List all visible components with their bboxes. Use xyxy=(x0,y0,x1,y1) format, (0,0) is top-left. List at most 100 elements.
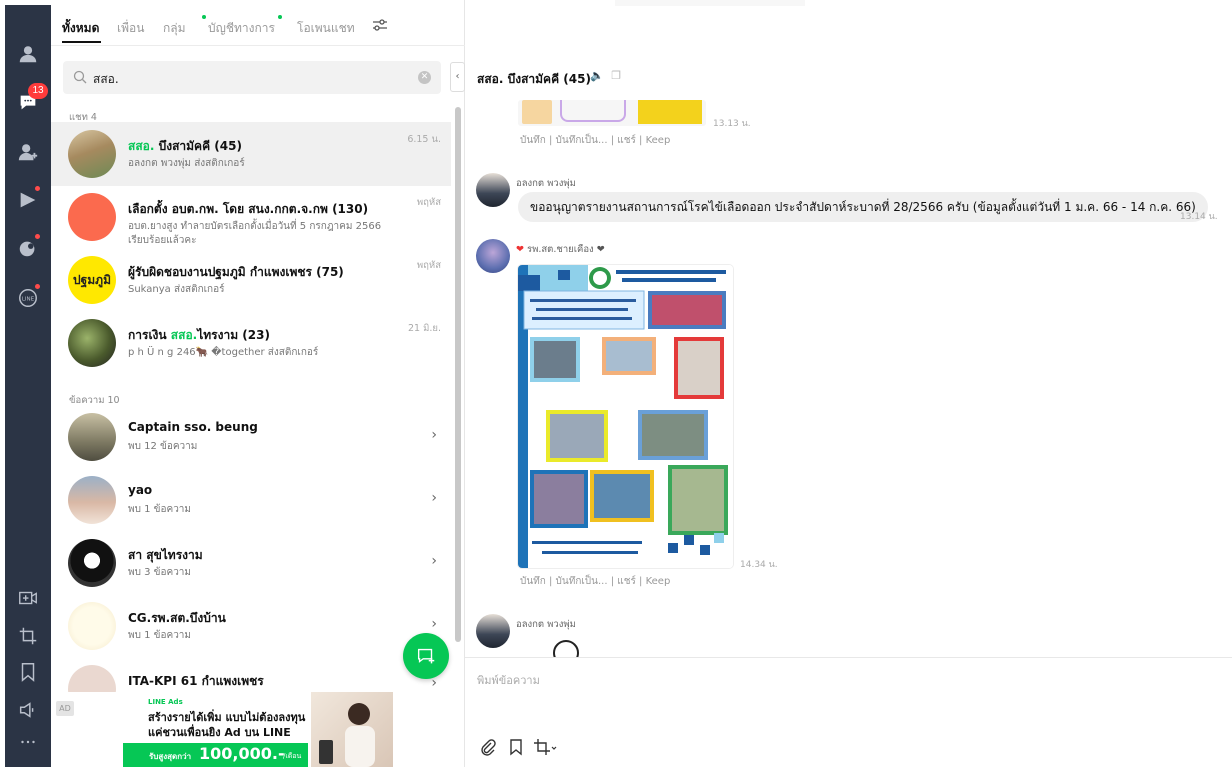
message-title: CG.รพ.สต.บึงบ้าน xyxy=(128,611,226,625)
avatar xyxy=(68,476,116,524)
chat-pane: สสอ. บึงสามัคคี (45) 🔈 ❐ 13.13 น. บันทึก… xyxy=(465,0,1232,767)
keep-icon[interactable] xyxy=(13,657,43,687)
collapse-pane-button[interactable]: ‹ xyxy=(450,62,465,92)
chat-preview: อลงกต พวงพุ่ม ส่งสติกเกอร์ xyxy=(128,158,245,169)
today-dot xyxy=(35,234,40,239)
active-tab-underline xyxy=(62,41,101,43)
image-actions[interactable]: บันทึก | บันทึกเป็น... | แชร์ | Keep xyxy=(520,574,670,589)
chat-row[interactable]: การเงิน สสอ.ไทรงาม (23) p h Ü n g 246🐂 �… xyxy=(51,311,451,375)
chat-title: ผู้รับผิดชอบงานปฐมภูมิ กำแพงเพชร (75) xyxy=(128,265,344,279)
chat-header-title: สสอ. บึงสามัคคี (45) xyxy=(477,72,591,86)
sender-name: อลงกต พวงพุ่ม xyxy=(516,619,576,630)
voom-icon[interactable] xyxy=(13,185,43,215)
message-row[interactable]: สา สุขไทรงาม พบ 3 ข้อความ › xyxy=(51,531,451,595)
today-icon[interactable] xyxy=(13,233,43,263)
search-icon xyxy=(73,70,87,84)
message-time: 13.14 น. xyxy=(1180,212,1218,222)
crop-icon[interactable] xyxy=(13,621,43,651)
chats-icon[interactable]: 13 xyxy=(13,83,48,117)
filter-icon[interactable] xyxy=(372,17,388,33)
avatar xyxy=(68,193,116,241)
search-input[interactable]: สสอ. xyxy=(93,70,119,89)
message-row[interactable]: ITA-KPI 61 กำแพงเพชร › xyxy=(51,657,451,692)
message-count: พบ 3 ข้อความ xyxy=(128,567,192,578)
sender-avatar[interactable] xyxy=(476,239,510,273)
window-top-bar xyxy=(615,0,805,6)
keep-icon[interactable] xyxy=(507,738,525,756)
message-count: พบ 1 ข้อความ xyxy=(128,504,192,515)
chat-preview: Sukanya ส่งสติกเกอร์ xyxy=(128,284,225,295)
avatar xyxy=(68,413,116,461)
voom-dot xyxy=(35,186,40,191)
svg-text:LINE: LINE xyxy=(22,296,35,302)
image-thumbnail-partial[interactable] xyxy=(518,100,706,126)
chat-time: พฤหัส xyxy=(416,260,441,271)
tab-groups[interactable]: กลุ่ม xyxy=(163,19,186,38)
message-count: พบ 1 ข้อความ xyxy=(128,630,192,641)
mute-icon[interactable]: 🔈 xyxy=(590,69,604,82)
video-call-icon[interactable] xyxy=(13,583,43,613)
message-bubble[interactable]: ขออนุญาตรายงานสถานการณ์โรคไข้เลือดออก ปร… xyxy=(518,192,1208,222)
sender-avatar[interactable] xyxy=(476,614,510,648)
official-dot xyxy=(278,15,282,19)
ad-subheadline: แค่ชวนเพื่อนยิง Ad บน LINE xyxy=(148,726,291,739)
clear-search-icon[interactable]: ✕ xyxy=(418,71,431,84)
line-icon[interactable]: LINE xyxy=(13,283,43,313)
chat-preview: อบต.ยางสูง ทำลายบัตรเลือกตั้งเมื่อวันที่… xyxy=(128,221,382,232)
add-friend-icon[interactable] xyxy=(13,137,43,167)
chat-header-icons: 🔈 ❐ xyxy=(590,69,621,82)
list-scrollbar[interactable] xyxy=(455,107,461,642)
chat-row[interactable]: สสอ. บึงสามัคคี (45) อลงกต พวงพุ่ม ส่งสต… xyxy=(51,122,451,186)
chat-title: การเงิน สสอ.ไทรงาม (23) xyxy=(128,328,270,342)
sender-avatar[interactable] xyxy=(476,173,510,207)
message-row[interactable]: yao พบ 1 ข้อความ › xyxy=(51,468,451,532)
tab-openchat[interactable]: โอเพนแชท xyxy=(297,19,355,38)
friends-icon[interactable] xyxy=(13,39,43,69)
avatar: ปฐมภูมิ xyxy=(68,256,116,304)
avatar xyxy=(68,602,116,650)
attach-icon[interactable] xyxy=(479,738,497,756)
screenshot-icon[interactable] xyxy=(533,738,559,756)
chevron-right-icon: › xyxy=(431,427,437,443)
ad-offer-unit: /เดือน xyxy=(283,752,302,760)
tab-friends[interactable]: เพื่อน xyxy=(117,19,144,38)
filter-tabs: ทั้งหมด เพื่อน กลุ่ม บัญชีทางการ โอเพนแช… xyxy=(51,0,465,46)
copy-icon[interactable]: ❐ xyxy=(611,69,621,82)
new-chat-button[interactable] xyxy=(403,633,449,679)
avatar xyxy=(68,539,116,587)
chat-row[interactable]: เลือกตั้ง อบต.กพ. โดย สนง.กกต.จ.กพ (130)… xyxy=(51,185,451,249)
message-input[interactable]: พิมพ์ข้อความ xyxy=(477,671,540,689)
poster-graphic xyxy=(518,265,733,568)
avatar xyxy=(68,130,116,178)
heart-icon: ❤ xyxy=(596,244,605,255)
ad-offer-strip: รับสูงสุดกว่า 100,000.- /เดือน xyxy=(123,743,308,767)
sticker-partial[interactable] xyxy=(553,640,583,657)
tab-official[interactable]: บัญชีทางการ xyxy=(208,19,275,38)
chat-row[interactable]: ปฐมภูมิ ผู้รับผิดชอบงานปฐมภูมิ กำแพงเพชร… xyxy=(51,248,451,312)
chat-time: พฤหัส xyxy=(416,197,441,208)
ad-photo xyxy=(311,692,393,767)
ad-offer-amount: 100,000.- xyxy=(199,744,285,763)
ad-banner[interactable]: LINE Ads สร้างรายได้เพิ่ม แบบไม่ต้องลงทุ… xyxy=(123,692,393,767)
tab-all[interactable]: ทั้งหมด xyxy=(62,19,99,38)
message-title: Captain sso. beung xyxy=(128,420,258,434)
chat-title: เลือกตั้ง อบต.กพ. โดย สนง.กกต.จ.กพ (130) xyxy=(128,202,369,216)
avatar xyxy=(68,319,116,367)
shared-image[interactable] xyxy=(518,265,733,568)
chat-preview: p h Ü n g 246🐂 �together ส่งสติกเกอร์ xyxy=(128,347,319,358)
ad-label: AD xyxy=(56,701,74,716)
chat-list-pane: ทั้งหมด เพื่อน กลุ่ม บัญชีทางการ โอเพนแช… xyxy=(51,0,465,767)
image-actions[interactable]: บันทึก | บันทึกเป็น... | แชร์ | Keep xyxy=(520,133,670,148)
sender-name: ❤ รพ.สต.ชายเคือง ❤ xyxy=(516,244,605,255)
chat-time: 6.15 น. xyxy=(407,134,441,145)
chat-preview-line2: เรียบร้อยแล้วคะ xyxy=(128,235,197,246)
search-box[interactable]: สสอ. ✕ xyxy=(63,61,441,94)
message-row[interactable]: CG.รพ.สต.บึงบ้าน พบ 1 ข้อความ › xyxy=(51,594,451,658)
message-composer: พิมพ์ข้อความ xyxy=(465,657,1232,767)
chat-title: สสอ. บึงสามัคคี (45) xyxy=(128,139,242,153)
chevron-right-icon: › xyxy=(431,616,437,632)
announce-icon[interactable] xyxy=(13,695,43,725)
message-row[interactable]: Captain sso. beung พบ 12 ข้อความ › xyxy=(51,405,451,469)
more-icon[interactable] xyxy=(13,727,43,757)
groups-dot xyxy=(202,15,206,19)
